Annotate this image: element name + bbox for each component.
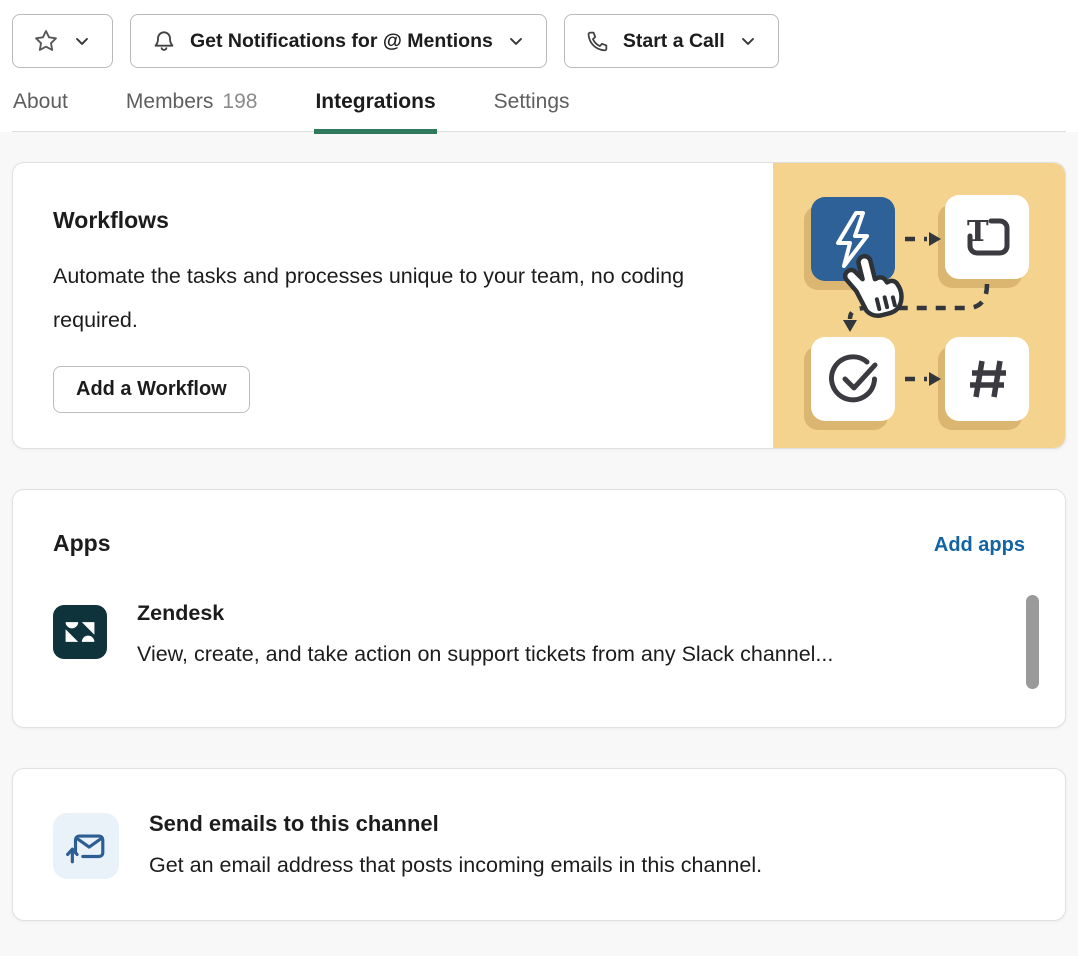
app-description: View, create, and take action on support… — [137, 632, 833, 676]
lightning-bolt-icon — [811, 197, 895, 281]
apps-scrollbar[interactable] — [1026, 595, 1039, 689]
hashtag-icon — [945, 337, 1029, 421]
zendesk-app-icon — [53, 605, 107, 659]
start-call-button[interactable]: Start a Call — [564, 14, 779, 68]
apps-card-header: Apps Add apps — [53, 530, 1025, 557]
apps-title: Apps — [53, 530, 111, 557]
add-apps-link[interactable]: Add apps — [934, 534, 1025, 557]
zendesk-text-block: Zendesk View, create, and take action on… — [137, 591, 833, 676]
chevron-down-icon — [738, 31, 758, 51]
text-frame-icon: T — [945, 195, 1029, 279]
bell-icon — [151, 28, 177, 54]
app-name: Zendesk — [137, 591, 833, 626]
workflows-description: Automate the tasks and processes unique … — [53, 254, 743, 342]
members-count: 198 — [222, 90, 257, 113]
get-notifications-button[interactable]: Get Notifications for @ Mentions — [130, 14, 547, 68]
list-item-zendesk[interactable]: Zendesk View, create, and take action on… — [53, 591, 1025, 676]
chevron-down-icon — [72, 31, 92, 51]
svg-text:T: T — [967, 214, 989, 248]
phone-icon — [585, 29, 610, 54]
workflow-form-tile: T — [945, 195, 1029, 279]
tab-members[interactable]: Members 198 — [125, 90, 259, 131]
send-emails-card[interactable]: Send emails to this channel Get an email… — [12, 768, 1066, 921]
chevron-down-icon — [506, 31, 526, 51]
workflow-channel-tile — [945, 337, 1029, 421]
tab-about[interactable]: About — [12, 90, 69, 131]
channel-details-header: Get Notifications for @ Mentions Start a… — [0, 0, 1078, 132]
workflows-title: Workflows — [53, 207, 743, 234]
star-icon — [33, 28, 59, 54]
tab-about-label: About — [13, 90, 68, 113]
apps-list: Zendesk View, create, and take action on… — [53, 591, 1025, 697]
tab-settings-label: Settings — [494, 90, 570, 113]
email-icon-tile — [53, 813, 119, 879]
workflows-card: Workflows Automate the tasks and process… — [12, 162, 1066, 449]
apps-card: Apps Add apps Zendesk View, create, and … — [12, 489, 1066, 728]
workflow-trigger-tile — [811, 197, 895, 281]
tab-members-label: Members — [126, 90, 214, 113]
get-notifications-label: Get Notifications for @ Mentions — [190, 30, 493, 53]
channel-tabs: About Members 198 Integrations Settings — [12, 90, 1066, 132]
star-channel-button[interactable] — [12, 14, 113, 68]
tab-integrations-label: Integrations — [315, 90, 435, 113]
email-card-title: Send emails to this channel — [149, 811, 762, 837]
email-card-description: Get an email address that posts incoming… — [149, 845, 762, 885]
check-circle-icon — [811, 337, 895, 421]
header-button-row: Get Notifications for @ Mentions Start a… — [12, 14, 1066, 68]
integrations-panel: Workflows Automate the tasks and process… — [0, 132, 1078, 921]
workflows-text-block: Workflows Automate the tasks and process… — [53, 207, 743, 413]
workflow-approval-tile — [811, 337, 895, 421]
zendesk-logo-icon — [62, 614, 98, 650]
add-workflow-button[interactable]: Add a Workflow — [53, 366, 250, 413]
tab-integrations[interactable]: Integrations — [314, 90, 436, 131]
tab-settings[interactable]: Settings — [493, 90, 571, 131]
email-text-block: Send emails to this channel Get an email… — [149, 811, 762, 920]
start-call-label: Start a Call — [623, 30, 725, 53]
incoming-email-icon — [65, 826, 107, 866]
workflows-illustration: T — [773, 163, 1065, 448]
